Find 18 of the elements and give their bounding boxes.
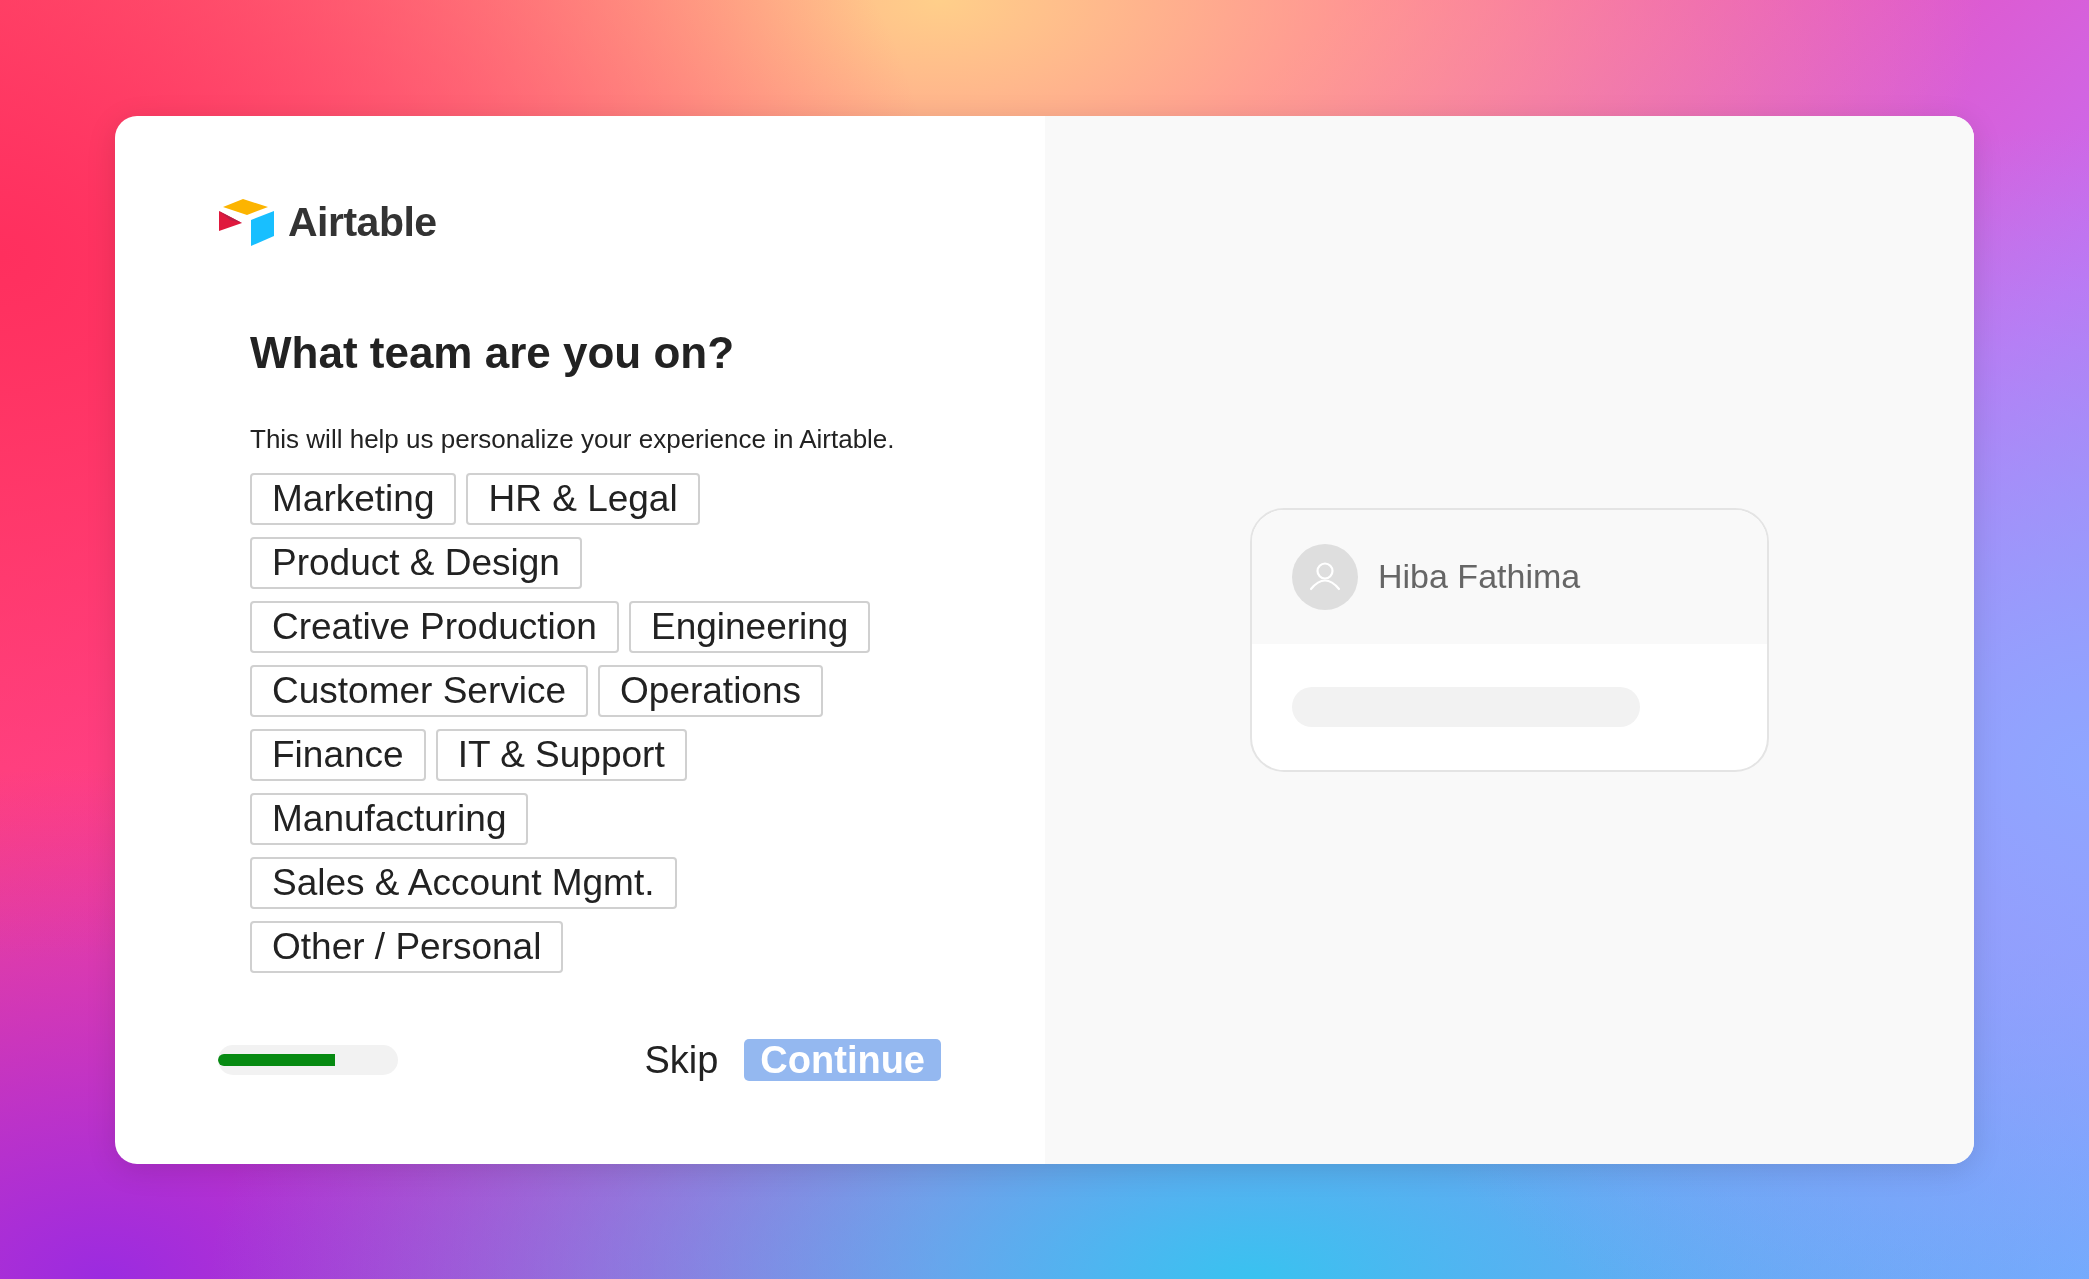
brand-name: Airtable bbox=[288, 199, 437, 246]
team-option[interactable]: Creative Production bbox=[250, 600, 619, 653]
team-option[interactable]: Other / Personal bbox=[250, 920, 564, 973]
profile-name: Hiba Fathima bbox=[1378, 557, 1581, 596]
team-option[interactable]: Manufacturing bbox=[250, 792, 529, 845]
team-option[interactable]: IT & Support bbox=[435, 728, 687, 781]
team-option[interactable]: Product & Design bbox=[250, 536, 582, 589]
team-option[interactable]: Engineering bbox=[628, 600, 871, 653]
team-option[interactable]: Sales & Account Mgmt. bbox=[250, 856, 677, 909]
skip-button[interactable]: Skip bbox=[644, 1038, 745, 1082]
team-option[interactable]: Finance bbox=[250, 728, 426, 781]
team-option[interactable]: HR & Legal bbox=[466, 472, 700, 525]
logo-icon bbox=[218, 197, 276, 248]
helper-text: This will help us personalize your experience in Airtable. bbox=[250, 423, 896, 455]
team-option[interactable]: Operations bbox=[598, 664, 824, 717]
team-option[interactable]: Marketing bbox=[250, 472, 457, 525]
team-option[interactable]: Customer Service bbox=[250, 664, 589, 717]
question-heading: What team are you on? bbox=[250, 327, 736, 378]
